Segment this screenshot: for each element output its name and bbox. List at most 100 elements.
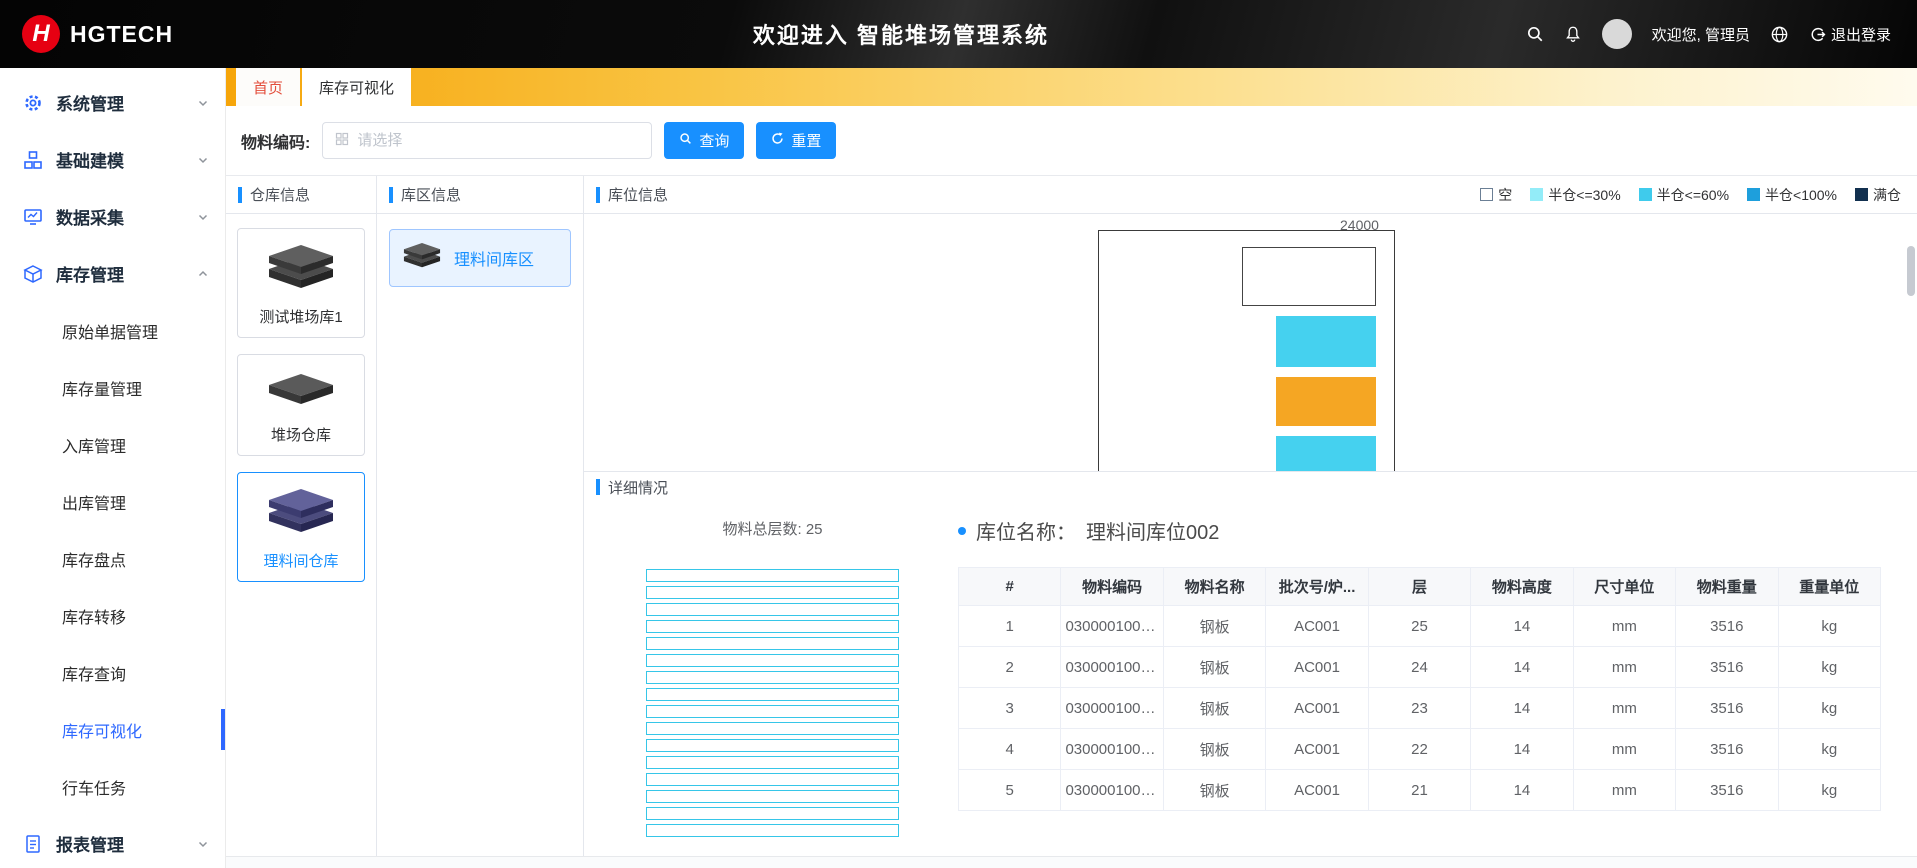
details-body: 物料总层数: 25 — [584, 502, 1917, 856]
slot-panel: 库位信息 空 半仓<=30% 半仓<=60% 半仓<100% 满仓 24000 — [584, 176, 1917, 856]
warehouse-card-yard[interactable]: 堆场仓库 — [237, 354, 365, 456]
inventory-submenu: 原始单据管理 库存量管理 入库管理 出库管理 库存盘点 库存转移 库存查询 库存… — [0, 302, 225, 815]
slot-name-title: 库位名称：理料间库位002 — [958, 516, 1883, 545]
tab-bar: 首页 库存可视化 — [226, 68, 1917, 106]
area-card-sorting-room[interactable]: 理料间库区 — [389, 229, 571, 287]
chevron-down-icon — [197, 97, 209, 109]
table-row[interactable]: 4030000100022钢板AC0012214mm3516kg — [959, 729, 1881, 770]
legend-swatch-full — [1855, 188, 1868, 201]
warehouse-card-name: 测试堆场库1 — [259, 306, 342, 327]
globe-icon[interactable] — [1770, 25, 1789, 44]
scrollbar-thumb[interactable] — [1907, 246, 1915, 296]
logout-icon — [1809, 26, 1826, 43]
capacity-legend: 空 半仓<=30% 半仓<=60% 半仓<100% 满仓 — [1480, 185, 1905, 205]
sidebar-item-report[interactable]: 报表管理 — [0, 815, 225, 868]
slot-block-cyan-2[interactable] — [1276, 436, 1376, 472]
cell: AC001 — [1266, 729, 1368, 770]
warehouse-card-sorting-room[interactable]: 理料间仓库 — [237, 472, 365, 582]
logout-button[interactable]: 退出登录 — [1809, 24, 1891, 45]
avatar[interactable] — [1602, 19, 1632, 49]
cell: mm — [1573, 688, 1675, 729]
legend-label: 空 — [1498, 185, 1512, 205]
warehouse-card-test-yard[interactable]: 测试堆场库1 — [237, 228, 365, 338]
cell: kg — [1778, 688, 1881, 729]
query-button[interactable]: 查询 — [664, 122, 744, 159]
section-marker — [238, 187, 242, 203]
cell: 3516 — [1676, 688, 1778, 729]
slot-block-empty[interactable] — [1242, 247, 1376, 306]
sidebar-item-modeling[interactable]: 基础建模 — [0, 131, 225, 188]
sidebar-item-label: 库存管理 — [56, 261, 124, 286]
sidebar-item-transfer[interactable]: 库存转移 — [0, 587, 225, 644]
cell: 14 — [1471, 647, 1573, 688]
sidebar-item-query[interactable]: 库存查询 — [0, 644, 225, 701]
sidebar-item-crane-task[interactable]: 行车任务 — [0, 758, 225, 815]
material-code-select[interactable] — [322, 122, 652, 159]
column-header: 物料编码 — [1061, 568, 1163, 606]
cell: kg — [1778, 606, 1881, 647]
sidebar-item-data-collection[interactable]: 数据采集 — [0, 188, 225, 245]
search-icon[interactable] — [1526, 25, 1544, 43]
cell: 4 — [959, 729, 1061, 770]
area-panel: 库区信息 理料间库区 — [377, 176, 584, 856]
chevron-up-icon — [197, 268, 209, 280]
tab-home[interactable]: 首页 — [236, 68, 300, 106]
cell: 21 — [1368, 770, 1470, 811]
table-row[interactable]: 3030000100022钢板AC0012314mm3516kg — [959, 688, 1881, 729]
chevron-down-icon — [197, 211, 209, 223]
sidebar-item-inbound[interactable]: 入库管理 — [0, 416, 225, 473]
main-area: 首页 库存可视化 物料编码: 查询 — [226, 68, 1917, 868]
sidebar-item-system[interactable]: 系统管理 — [0, 74, 225, 131]
table-row[interactable]: 2030000100022钢板AC0012414mm3516kg — [959, 647, 1881, 688]
slot-name-label: 库位名称： — [976, 516, 1076, 545]
tab-inventory-visualization[interactable]: 库存可视化 — [302, 68, 411, 106]
warehouse-panel-header: 仓库信息 — [226, 176, 376, 214]
layers-value: 25 — [806, 521, 823, 538]
slot-detail-panel: 库位名称：理料间库位002 # 物料编码 物料名称 批次号/炉... — [914, 502, 1917, 856]
cell: 钢板 — [1163, 647, 1265, 688]
layer-bar — [646, 688, 899, 701]
layer-bar — [646, 671, 899, 684]
sidebar-item-original-docs[interactable]: 原始单据管理 — [0, 302, 225, 359]
sidebar-item-stock-qty[interactable]: 库存量管理 — [0, 359, 225, 416]
table-row[interactable]: 1030000100022钢板AC0012514mm3516kg — [959, 606, 1881, 647]
cube-grid-icon — [22, 149, 44, 171]
cell: 钢板 — [1163, 770, 1265, 811]
table-header-row: # 物料编码 物料名称 批次号/炉... 层 物料高度 尺寸单位 物料重量 — [959, 568, 1881, 606]
legend-swatch-le30 — [1530, 188, 1543, 201]
horizontal-scrollbar[interactable] — [226, 856, 1917, 868]
warehouse-panel: 仓库信息 测试堆场库1 堆场仓库 — [226, 176, 377, 856]
reset-button[interactable]: 重置 — [756, 122, 836, 159]
legend-label: 满仓 — [1873, 185, 1901, 205]
details-title: 详细情况 — [608, 477, 668, 498]
sidebar-item-stocktake[interactable]: 库存盘点 — [0, 530, 225, 587]
column-header: 层 — [1368, 568, 1470, 606]
cell: 25 — [1368, 606, 1470, 647]
cell: 钢板 — [1163, 729, 1265, 770]
user-greeting: 欢迎您, 管理员 — [1652, 24, 1750, 45]
hgtech-logo-icon: H — [22, 15, 60, 53]
layer-bar — [646, 603, 899, 616]
material-code-label: 物料编码: — [241, 129, 310, 153]
total-layers-label: 物料总层数: 25 — [646, 518, 899, 539]
sidebar-item-outbound[interactable]: 出库管理 — [0, 473, 225, 530]
sidebar-item-visualization[interactable]: 库存可视化 — [0, 701, 225, 758]
slot-block-orange[interactable] — [1276, 377, 1376, 426]
table-row[interactable]: 5030000100022钢板AC0012114mm3516kg — [959, 770, 1881, 811]
grid-icon — [335, 132, 349, 150]
bell-icon[interactable] — [1564, 25, 1582, 43]
warehouse-panel-title: 仓库信息 — [250, 184, 310, 205]
details-header: 详细情况 — [584, 472, 1917, 502]
panels: 仓库信息 测试堆场库1 堆场仓库 — [226, 176, 1917, 856]
legend-label: 半仓<=60% — [1657, 185, 1729, 205]
warehouse-card-list: 测试堆场库1 堆场仓库 理料间仓库 — [226, 214, 376, 596]
layer-bar — [646, 739, 899, 752]
section-marker — [389, 187, 393, 203]
sidebar-item-inventory[interactable]: 库存管理 — [0, 245, 225, 302]
legend-swatch-empty — [1480, 188, 1493, 201]
layer-bar — [646, 773, 899, 786]
slot-block-cyan-1[interactable] — [1276, 316, 1376, 367]
material-code-input[interactable] — [357, 132, 639, 149]
bullet-icon — [958, 527, 966, 535]
cell: 030000100022 — [1061, 729, 1163, 770]
